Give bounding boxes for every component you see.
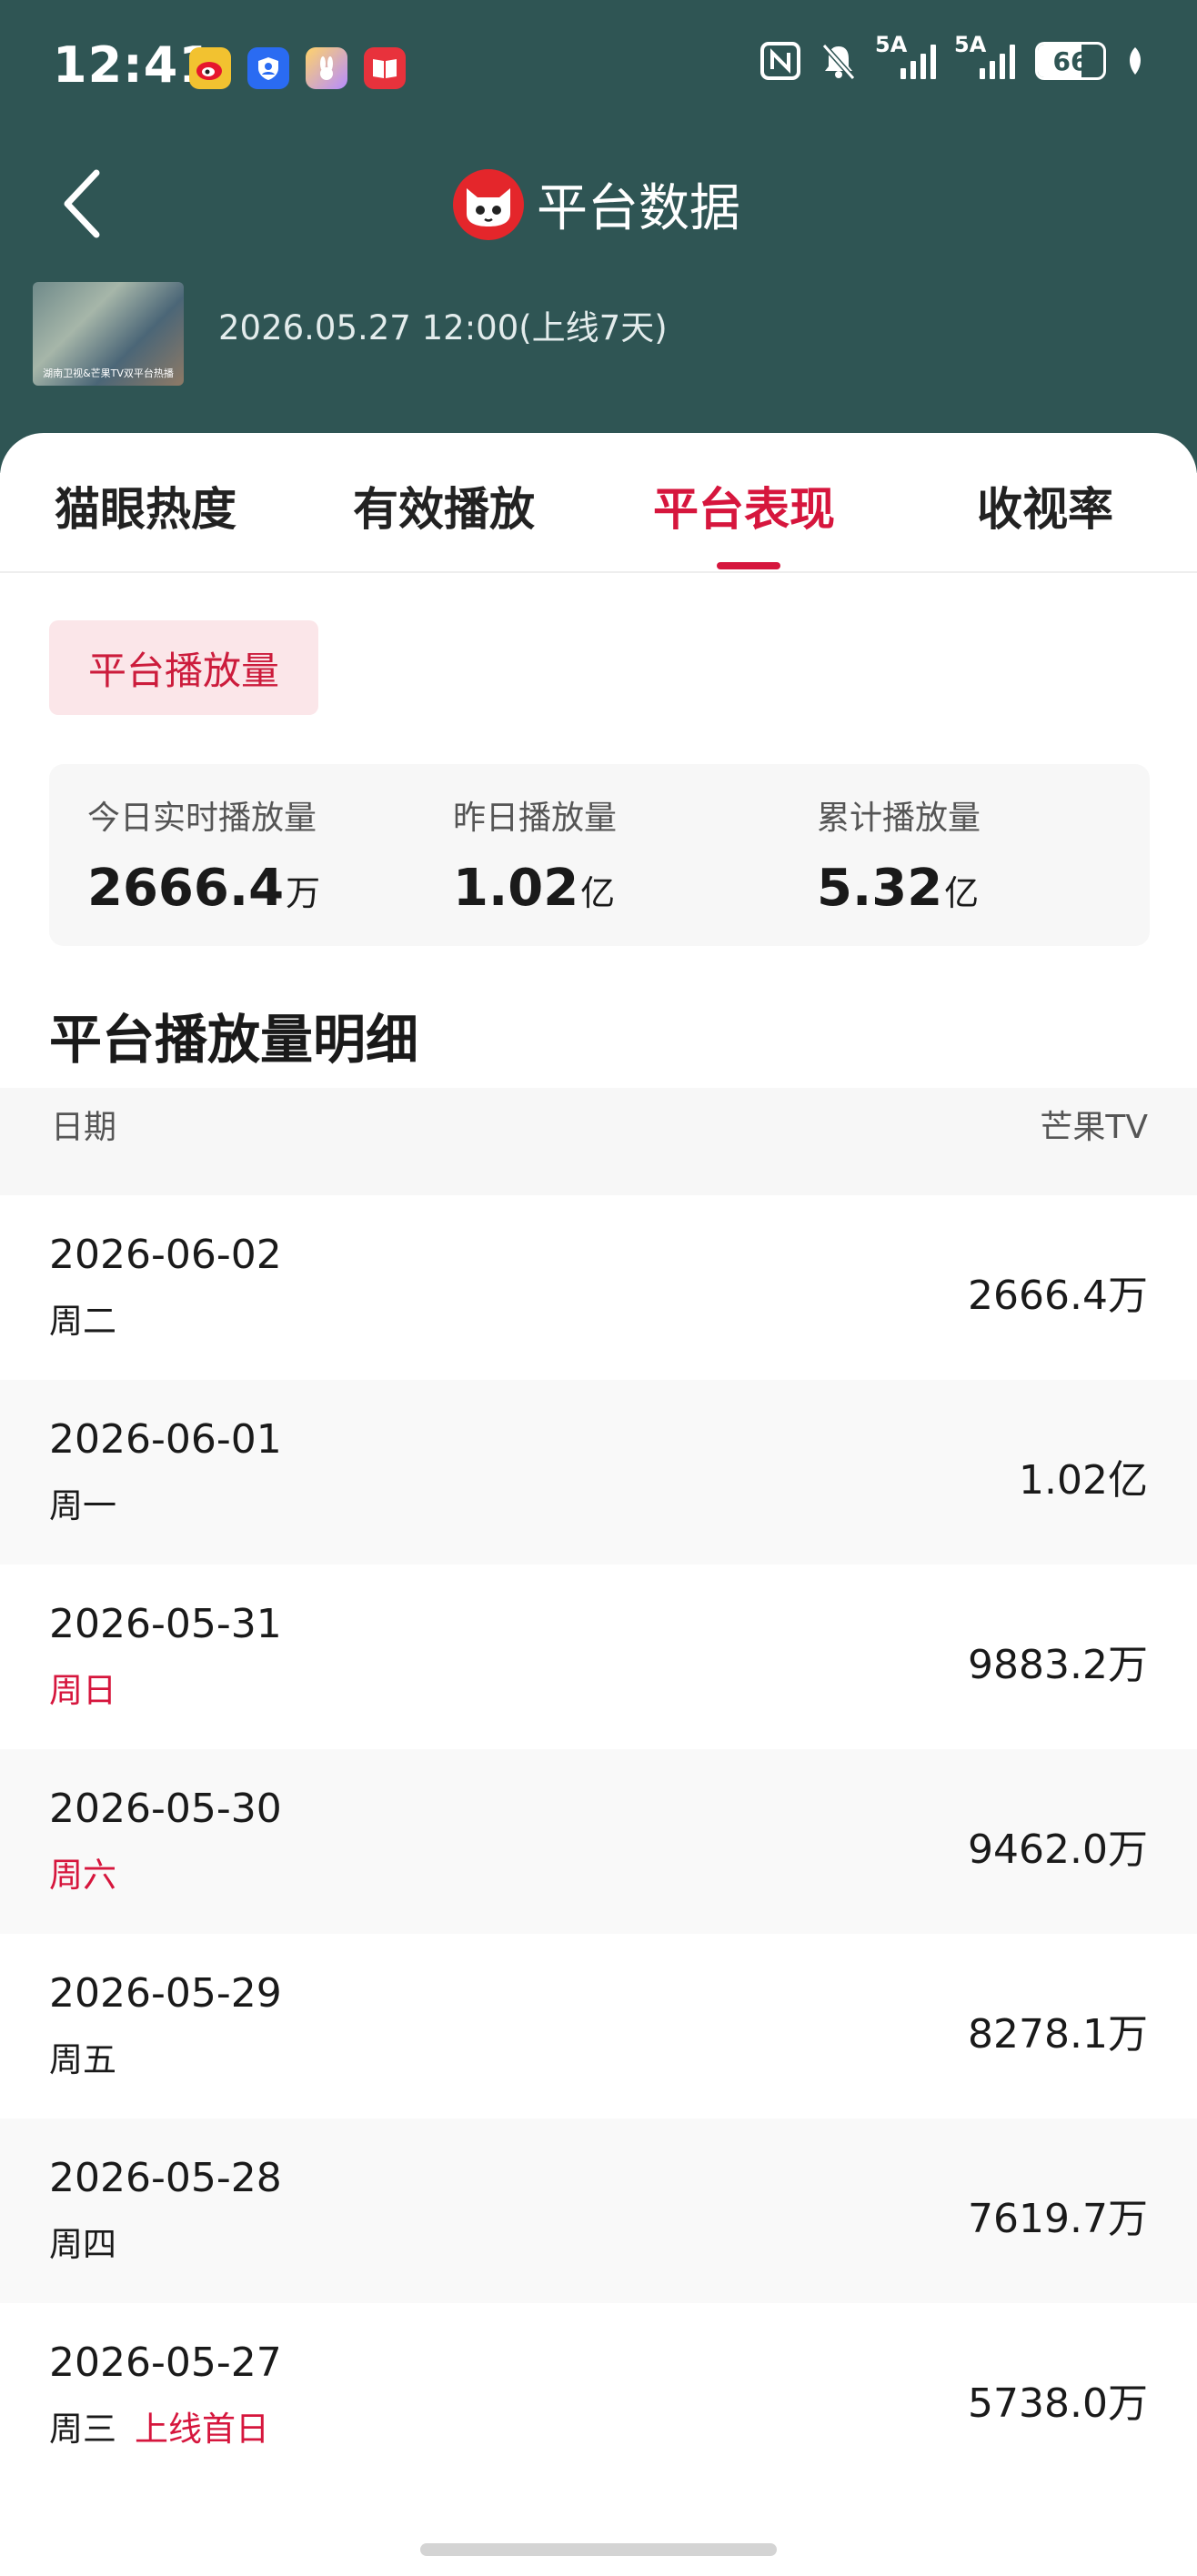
stat-today-value: 2666.4万 [87,859,321,918]
maoyan-cat-logo-icon [453,168,524,240]
table-row: 2026-06-01 周一 1.02亿 [0,1380,1197,1565]
status-bar: 12:41 5A 5A 66 [0,0,1197,136]
detail-table-body: 2026-06-02 周二 2666.4万 2026-06-01 周一 1.02… [0,1195,1197,2488]
nav-bar: 平台数据 [0,155,1197,255]
account-app-icon [247,47,289,89]
row-play-count: 9883.2万 [968,1642,1148,1688]
poster-caption: 湖南卫视&芒果TV双平台热播 [43,367,174,379]
stat-today: 今日实时播放量 2666.4万 [87,791,320,918]
row-date: 2026-06-02 [49,1232,282,1278]
leaf-icon [1130,47,1141,75]
row-date: 2026-05-29 [49,1970,282,2017]
table-row: 2026-05-30 周六 9462.0万 [0,1749,1197,1934]
row-weekday: 周四 [49,2225,116,2264]
row-date: 2026-05-27 [49,2340,282,2386]
header-background: 12:41 5A 5A 66 平台数据 湖南卫视&芒果TV双平台热播 2026.… [0,0,1197,473]
table-row: 2026-05-29 周五 8278.1万 [0,1934,1197,2118]
row-date: 2026-05-28 [49,2155,282,2201]
row-play-count: 7619.7万 [968,2196,1148,2242]
table-header: 日期 芒果TV [0,1088,1197,1195]
row-play-count: 1.02亿 [1019,1457,1148,1504]
stats-summary: 今日实时播放量 2666.4万 昨日播放量 1.02亿 累计播放量 5.32亿 [49,764,1150,946]
notification-icons [189,47,406,89]
nfc-icon [760,42,800,80]
home-indicator[interactable] [420,2543,777,2556]
stat-total-label: 累计播放量 [817,800,981,837]
row-weekday: 周二 [49,1302,116,1341]
table-row: 2026-06-02 周二 2666.4万 [0,1195,1197,1380]
show-poster[interactable]: 湖南卫视&芒果TV双平台热播 [33,282,184,386]
mute-bell-icon [821,44,856,80]
show-meta: 2026.05.27 12:00(上线7天) [218,308,668,347]
tab-bar: 猫眼热度 有效播放 平台表现 收视率 [0,433,1197,573]
row-play-count: 9462.0万 [968,1826,1148,1873]
row-play-count: 8278.1万 [968,2011,1148,2058]
signal-1-icon: 5A [875,32,936,79]
table-row: 2026-05-28 周四 7619.7万 [0,2118,1197,2303]
page-title: 平台数据 [537,179,740,238]
stat-total-value: 5.32亿 [817,859,980,918]
tab-platform-performance[interactable]: 平台表现 [653,473,835,538]
row-play-count: 5738.0万 [968,2380,1148,2427]
row-date: 2026-05-30 [49,1786,282,1832]
stat-yesterday: 昨日播放量 1.02亿 [453,791,617,918]
row-weekday: 周一 [49,1486,116,1525]
detail-section-title: 平台播放量明细 [49,1009,419,1071]
row-play-count: 2666.4万 [968,1273,1148,1319]
signal-2-icon: 5A [954,32,1015,79]
page-title-group: 平台数据 [453,167,740,241]
back-arrow-icon[interactable] [56,167,120,240]
system-status-icons: 5A 5A 66 [760,32,1144,80]
table-row: 2026-05-27 周三 上线首日 5738.0万 [0,2303,1197,2488]
row-weekday: 周三 上线首日 [49,2410,269,2449]
rabbit-app-icon [306,47,347,89]
column-header-mango-tv: 芒果TV [1040,1109,1148,1146]
stat-today-label: 今日实时播放量 [87,800,317,837]
content-card: 猫眼热度 有效播放 平台表现 收视率 平台播放量 今日实时播放量 2666.4万… [0,433,1197,2576]
launch-day-tag: 上线首日 [135,2410,269,2449]
weibo-app-icon [189,47,231,89]
tab-effective-play[interactable]: 有效播放 [353,473,535,538]
book-app-icon [364,47,406,89]
table-row: 2026-05-31 周日 9883.2万 [0,1565,1197,1749]
row-weekday: 周五 [49,2040,116,2079]
tab-maoyan-heat[interactable]: 猫眼热度 [55,473,236,538]
column-header-date: 日期 [51,1109,117,1146]
stat-yesterday-label: 昨日播放量 [453,800,618,837]
stat-yesterday-value: 1.02亿 [453,859,616,918]
tab-ratings[interactable]: 收视率 [977,473,1113,538]
active-tab-indicator [717,562,780,569]
row-date: 2026-05-31 [49,1601,282,1647]
row-date: 2026-06-01 [49,1416,282,1463]
row-weekday: 周六 [49,1856,116,1895]
battery-icon: 66 [1035,42,1106,80]
filter-chip-platform-plays[interactable]: 平台播放量 [49,620,318,715]
row-weekday: 周日 [49,1671,116,1710]
stat-total: 累计播放量 5.32亿 [817,791,981,918]
